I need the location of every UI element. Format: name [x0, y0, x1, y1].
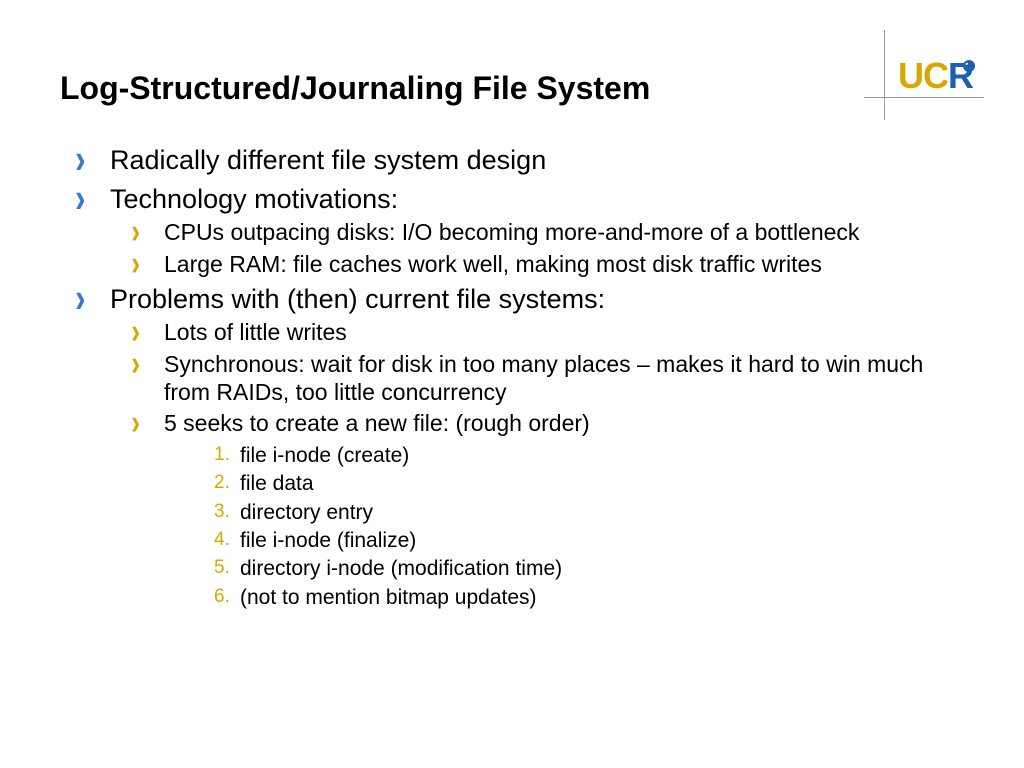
sub-bullet-item: Synchronous: wait for disk in too many p…: [132, 351, 964, 406]
bullet-text: Radically different file system design: [110, 145, 546, 175]
bullet-text: Problems with (then) current file system…: [110, 284, 605, 314]
bullet-text: CPUs outpacing disks: I/O becoming more-…: [164, 219, 859, 245]
bullet-text: directory entry: [240, 501, 373, 524]
bullet-text: Large RAM: file caches work well, making…: [164, 251, 822, 277]
numbered-item: directory entry: [214, 499, 964, 527]
bullet-item: Problems with (then) current file system…: [76, 282, 964, 612]
sub-bullet-list: Lots of little writes Synchronous: wait …: [110, 319, 964, 611]
bullet-text: 5 seeks to create a new file: (rough ord…: [164, 410, 590, 436]
numbered-item: (not to mention bitmap updates): [214, 584, 964, 612]
bullet-text: Technology motivations:: [110, 184, 398, 214]
bullet-text: directory i-node (modification time): [240, 557, 562, 580]
logo-letters: UCR: [898, 58, 973, 94]
sub-bullet-item: Large RAM: file caches work well, making…: [132, 251, 964, 279]
numbered-list: file i-node (create) file data directory…: [164, 442, 964, 612]
numbered-item: file i-node (finalize): [214, 527, 964, 555]
bullet-text: Synchronous: wait for disk in too many p…: [164, 351, 923, 405]
logo-vline: [884, 30, 885, 120]
bullet-text: Lots of little writes: [164, 319, 347, 345]
bullet-text: file data: [240, 472, 314, 495]
bullet-list: Radically different file system design T…: [60, 143, 964, 612]
bullet-item: Technology motivations: CPUs outpacing d…: [76, 182, 964, 278]
numbered-item: file i-node (create): [214, 442, 964, 470]
sub-bullet-item: CPUs outpacing disks: I/O becoming more-…: [132, 219, 964, 247]
sub-bullet-item: Lots of little writes: [132, 319, 964, 347]
bullet-text: file i-node (finalize): [240, 529, 416, 552]
logo-hline: [864, 97, 984, 98]
slide: UCR Log-Structured/Journaling File Syste…: [0, 0, 1024, 768]
bullet-item: Radically different file system design: [76, 143, 964, 178]
bullet-text: file i-node (create): [240, 444, 409, 467]
sub-bullet-item: 5 seeks to create a new file: (rough ord…: [132, 410, 964, 612]
numbered-item: file data: [214, 470, 964, 498]
sub-bullet-list: CPUs outpacing disks: I/O becoming more-…: [110, 219, 964, 278]
slide-title: Log-Structured/Journaling File System: [60, 70, 964, 107]
bullet-text: (not to mention bitmap updates): [240, 586, 537, 609]
numbered-item: directory i-node (modification time): [214, 555, 964, 583]
ucr-logo: UCR: [864, 30, 984, 120]
